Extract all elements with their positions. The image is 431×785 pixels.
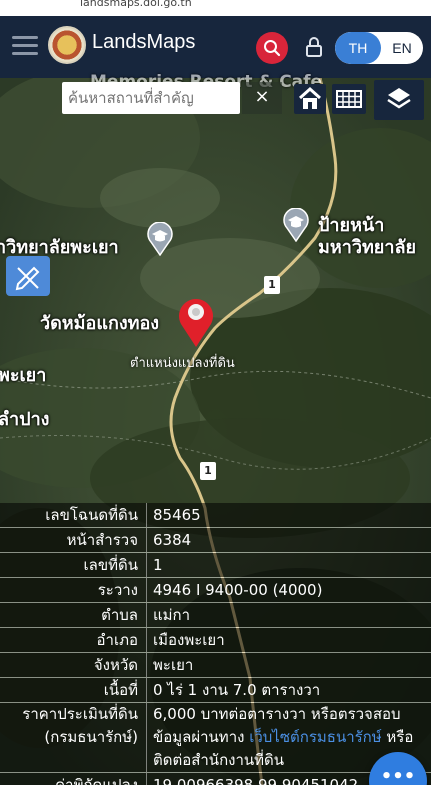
- row-key: เนื้อที่: [0, 678, 147, 702]
- parcel-row-land-number: เลขที่ดิน 1: [0, 553, 431, 578]
- app-header: LandsMaps TH EN: [0, 16, 431, 78]
- lang-th-button[interactable]: TH: [335, 32, 381, 64]
- graduation-cap-icon[interactable]: [282, 208, 310, 242]
- search-icon: [264, 40, 281, 57]
- price-value-line2: ข้อมูลผ่านทาง เว็บไซต์กรมธนารักษ์ หรือ: [153, 726, 431, 749]
- lock-icon[interactable]: [305, 36, 323, 58]
- row-key: ตำบล: [0, 603, 147, 627]
- map-label-phayao: พะเยา: [0, 365, 47, 386]
- row-value: เมืองพะเยา: [147, 628, 431, 652]
- map-pin-icon[interactable]: [176, 294, 216, 348]
- row-key: ระวาง: [0, 578, 147, 602]
- browser-url-bar[interactable]: landsmaps.dol.go.th: [0, 0, 431, 16]
- clear-search-button[interactable]: ×: [242, 82, 282, 114]
- department-logo: [48, 26, 86, 64]
- row-value: พะเยา: [147, 653, 431, 677]
- row-key: หน้าสำรวจ: [0, 528, 147, 552]
- parcel-row-province: จังหวัด พะเยา: [0, 653, 431, 678]
- parcel-row-coordinates: ค่าพิกัดแปลง 19.00966398,99.90451042: [0, 773, 431, 785]
- row-value: 1: [147, 553, 431, 577]
- price-key-line2: (กรมธนารักษ์): [44, 728, 138, 746]
- place-search-input[interactable]: [62, 82, 232, 114]
- price-value-line1: 6,000 บาทต่อตารางวา หรือตรวจสอบ: [153, 705, 401, 723]
- lang-en-button[interactable]: EN: [381, 32, 423, 64]
- price-value-post: หรือ: [381, 728, 414, 746]
- search-button[interactable]: [256, 32, 288, 64]
- row-value: 4946 I 9400-00 (4000): [147, 578, 431, 602]
- parcel-marker-label: ตำแหน่งแปลงที่ดิน: [130, 356, 235, 371]
- parcel-row-subdistrict: ตำบล แม่กา: [0, 603, 431, 628]
- draw-tool-icon: [15, 266, 40, 291]
- grid-button[interactable]: [332, 84, 366, 114]
- home-icon: [298, 86, 322, 109]
- parcel-row-sheet: ระวาง 4946 I 9400-00 (4000): [0, 578, 431, 603]
- row-key: จังหวัด: [0, 653, 147, 677]
- parcel-row-survey-page: หน้าสำรวจ 6384: [0, 528, 431, 553]
- row-key: ราคาประเมินที่ดิน (กรมธนารักษ์): [0, 703, 147, 772]
- route-badge: 1: [200, 462, 216, 480]
- grid-icon: [336, 90, 362, 108]
- url-text: landsmaps.dol.go.th: [80, 0, 192, 9]
- parcel-info-table: เลขโฉนดที่ดิน 85465 หน้าสำรวจ 6384 เลขที…: [0, 503, 431, 785]
- app-title: LandsMaps: [92, 31, 196, 53]
- route-badge: 1: [264, 276, 280, 294]
- parcel-row-district: อำเภอ เมืองพะเยา: [0, 628, 431, 653]
- row-key: ค่าพิกัดแปลง: [0, 773, 147, 785]
- landsmaps-app: landsmaps.dol.go.th LandsMaps TH EN Cafe…: [0, 0, 431, 785]
- home-button[interactable]: [294, 84, 326, 114]
- row-key: เลขโฉนดที่ดิน: [0, 503, 147, 527]
- row-key: เลขที่ดิน: [0, 553, 147, 577]
- map-label-lampang: ลำปาง: [0, 409, 50, 430]
- more-icon: •••: [380, 766, 416, 785]
- layers-icon: [387, 88, 411, 109]
- parcel-row-appraisal-price: ราคาประเมินที่ดิน (กรมธนารักษ์) 6,000 บา…: [0, 703, 431, 773]
- draw-tool-button[interactable]: [6, 256, 50, 296]
- row-value: 85465: [147, 503, 431, 527]
- language-toggle[interactable]: TH EN: [335, 32, 423, 64]
- treasury-website-link[interactable]: เว็บไซต์กรมธนารักษ์: [249, 728, 381, 746]
- price-key-line1: ราคาประเมินที่ดิน: [22, 705, 138, 723]
- price-value-pre: ข้อมูลผ่านทาง: [153, 728, 250, 746]
- parcel-row-deed: เลขโฉนดที่ดิน 85465: [0, 503, 431, 528]
- map-label-temple: วัดหม้อแกงทอง: [40, 313, 160, 334]
- place-search-box[interactable]: [62, 82, 240, 114]
- graduation-cap-icon[interactable]: [146, 222, 174, 256]
- row-value: 6384: [147, 528, 431, 552]
- menu-icon[interactable]: [12, 36, 38, 56]
- row-value: แม่กา: [147, 603, 431, 627]
- layers-button[interactable]: [374, 80, 424, 120]
- row-value: 0 ไร่ 1 งาน 7.0 ตารางวา: [147, 678, 431, 702]
- map-label-bus-stop-line2: มหาวิทยาลัย: [318, 237, 417, 258]
- row-key: อำเภอ: [0, 628, 147, 652]
- parcel-row-area: เนื้อที่ 0 ไร่ 1 งาน 7.0 ตารางวา: [0, 678, 431, 703]
